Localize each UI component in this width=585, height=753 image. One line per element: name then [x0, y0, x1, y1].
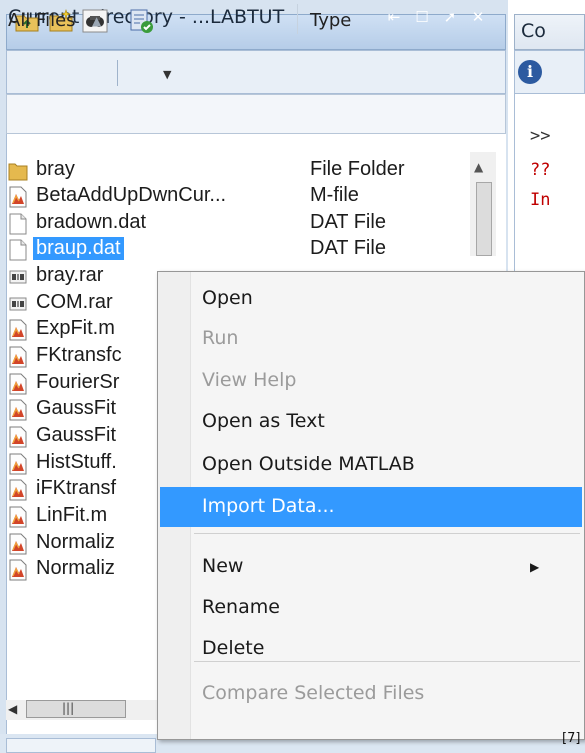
menu-item-label: Run — [202, 327, 239, 349]
file-name: Normaliz — [36, 557, 115, 579]
m-file-icon — [9, 506, 27, 528]
undock-icon[interactable]: ⇤ — [385, 8, 403, 26]
m-file-icon — [9, 186, 27, 208]
directory-toolbar — [6, 50, 506, 94]
file-name: HistStuff. — [36, 451, 117, 473]
file-name: Normaliz — [36, 531, 115, 553]
file-name: FKtransfc — [36, 344, 122, 366]
m-file-icon — [9, 319, 27, 341]
file-row[interactable]: bradown.dat DAT File — [8, 210, 488, 237]
menu-item-label: New — [202, 555, 244, 577]
report-icon[interactable] — [128, 8, 154, 34]
m-file-icon — [9, 399, 27, 421]
file-name: GaussFit — [36, 397, 117, 419]
m-file-icon — [9, 533, 27, 555]
m-file-icon — [9, 479, 27, 501]
file-name: GaussFit — [36, 424, 117, 446]
chevron-down-icon[interactable]: ▼ — [163, 68, 171, 81]
menu-item-view-help[interactable]: View Help — [160, 361, 582, 401]
menu-item-label: Rename — [202, 596, 280, 618]
file-name: bradown.dat — [36, 211, 147, 233]
maximize-icon[interactable]: ☐ — [413, 8, 431, 26]
column-divider[interactable] — [297, 4, 298, 34]
menu-item-label: Open — [202, 287, 253, 309]
file-type: File Folder — [310, 158, 405, 180]
command-line: >> — [530, 126, 551, 146]
close-icon[interactable]: ✕ — [469, 8, 487, 26]
menu-item-open[interactable]: Open — [160, 279, 582, 319]
scroll-up-icon[interactable]: ▲ — [474, 160, 483, 174]
horizontal-scroll-thumb[interactable] — [26, 700, 126, 718]
footnote-marker: [7] — [562, 731, 581, 746]
menu-item-label: Delete — [202, 637, 265, 659]
file-name: COM.rar — [36, 291, 113, 313]
menu-item-label: Open Outside MATLAB — [202, 453, 415, 475]
dock-arrow-icon[interactable]: ➚ — [441, 8, 459, 26]
m-file-icon — [9, 373, 27, 395]
dat-file-icon — [9, 239, 27, 261]
file-type: M-file — [310, 184, 359, 206]
m-file-icon — [9, 559, 27, 581]
submenu-arrow-icon: ▶ — [530, 560, 540, 574]
info-icon[interactable]: i — [518, 60, 542, 84]
file-name: braup.dat — [33, 237, 124, 260]
toolbar-divider — [117, 60, 118, 86]
file-name: ExpFit.m — [36, 317, 115, 339]
sort-ascending-icon: ▲ — [92, 14, 102, 28]
file-name: BetaAddUpDwnCur... — [36, 184, 227, 206]
menu-separator — [194, 533, 580, 534]
file-row[interactable]: bray File Folder — [8, 157, 488, 184]
menu-item-label: View Help — [202, 369, 297, 391]
m-file-icon — [9, 453, 27, 475]
command-window-title: Co — [521, 20, 546, 42]
folder-icon — [8, 163, 28, 181]
rar-file-icon — [9, 270, 27, 284]
menu-item-rename[interactable]: Rename — [160, 588, 582, 628]
menu-item-label: Import Data... — [202, 495, 335, 517]
file-row[interactable]: braup.dat DAT File — [8, 236, 488, 263]
menu-item-label: Open as Text — [202, 410, 325, 432]
command-line: ?? — [530, 160, 551, 180]
menu-separator — [194, 661, 580, 662]
file-type: DAT File — [310, 211, 386, 233]
menu-item-import-data[interactable]: Import Data... — [160, 487, 582, 527]
menu-item-run[interactable]: Run — [160, 319, 582, 359]
command-line: In — [530, 190, 551, 210]
menu-item-open-outside-matlab[interactable]: Open Outside MATLAB — [160, 445, 582, 485]
bottom-panel-tab[interactable] — [6, 738, 156, 753]
menu-item-label: Compare Selected Files — [202, 682, 425, 704]
file-name: LinFit.m — [36, 504, 108, 526]
scroll-left-icon[interactable]: ◀ — [8, 702, 17, 716]
menu-item-open-as-text[interactable]: Open as Text — [160, 402, 582, 442]
menu-item-delete[interactable]: Delete — [160, 629, 582, 669]
file-row[interactable]: BetaAddUpDwnCur... M-file — [8, 183, 488, 210]
vertical-scroll-thumb[interactable] — [476, 182, 492, 256]
menu-item-new[interactable]: New ▶ — [160, 547, 582, 587]
rar-file-icon — [9, 297, 27, 311]
file-list-header — [6, 94, 506, 134]
menu-item-compare-selected-files[interactable]: Compare Selected Files — [160, 674, 582, 714]
file-name: bray — [36, 158, 75, 180]
column-header-type[interactable]: Type — [310, 10, 351, 31]
file-type: DAT File — [310, 237, 386, 259]
file-name: FourierSr — [36, 371, 120, 393]
column-header-name[interactable]: All Files — [8, 10, 76, 31]
file-name: iFKtransf — [36, 477, 117, 499]
m-file-icon — [9, 426, 27, 448]
m-file-icon — [9, 346, 27, 368]
dat-file-icon — [9, 213, 27, 235]
scroll-grip-icon: ||| — [62, 701, 75, 715]
file-name: bray.rar — [36, 264, 104, 286]
